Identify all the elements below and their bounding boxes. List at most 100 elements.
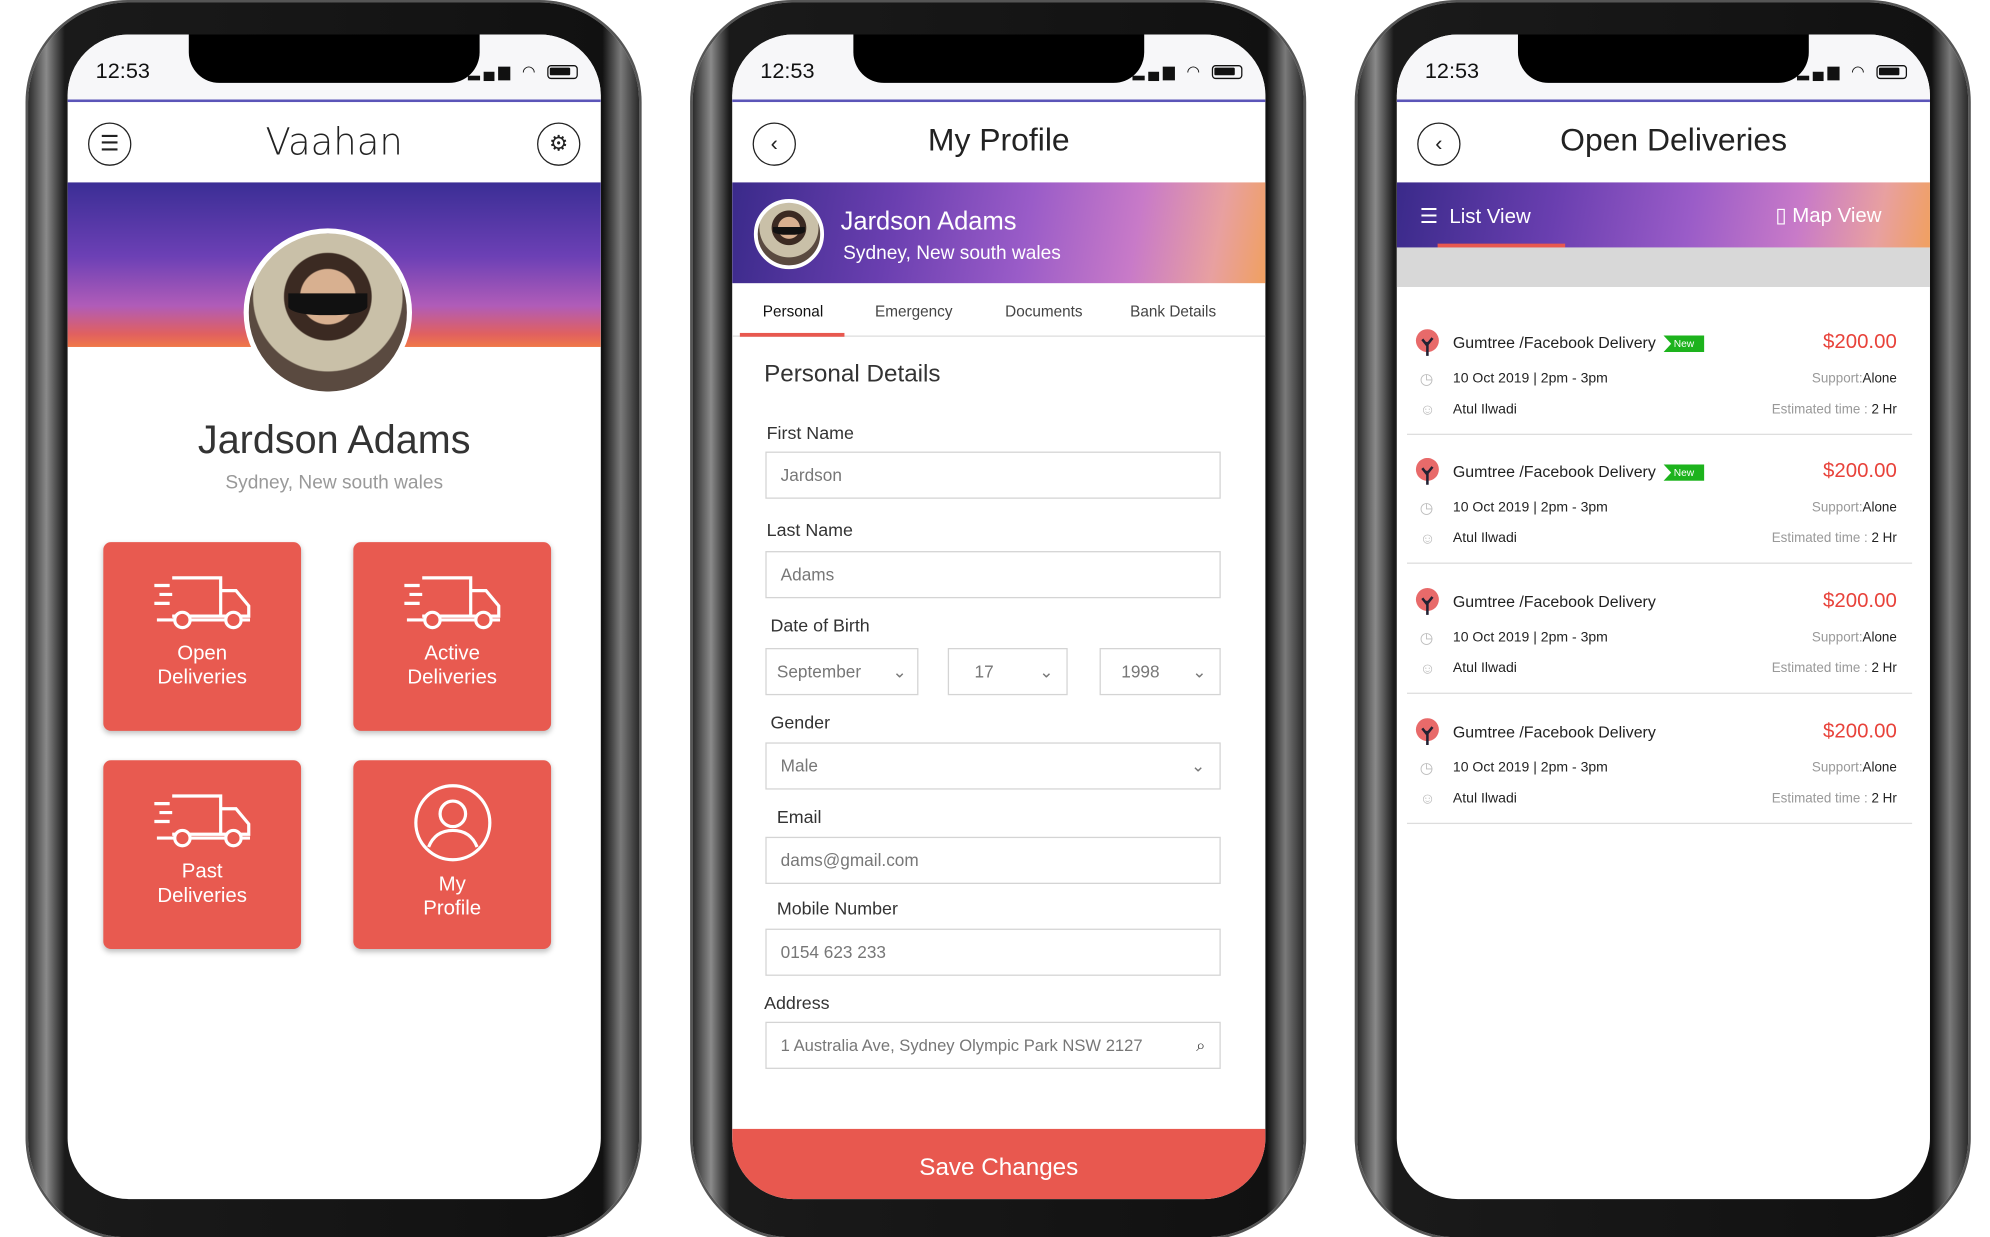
status-icons: ▂▄▆ ◠ bbox=[468, 63, 578, 80]
truck-icon bbox=[353, 573, 551, 632]
gender-label: Gender bbox=[770, 711, 831, 733]
delivery-person: Atul Ilwadi bbox=[1452, 790, 1517, 807]
last-name-input[interactable]: Adams bbox=[765, 551, 1221, 599]
map-view-tab[interactable]: ▯ Map View bbox=[1775, 203, 1881, 229]
delivery-item[interactable]: Gumtree /Facebook Delivery New $200.00 ◷ 1… bbox=[1415, 457, 1912, 578]
address-input[interactable]: 1 Australia Ave, Sydney Olympic Park NSW… bbox=[765, 1021, 1221, 1069]
active-tab-indicator bbox=[739, 332, 845, 337]
chevron-down-icon: ⌄ bbox=[1039, 661, 1054, 681]
search-icon[interactable]: ⌕ bbox=[1196, 1035, 1205, 1055]
view-toggle-bar: ☰ List View ▯ Map View bbox=[1396, 182, 1930, 248]
mobile-input[interactable]: 0154 623 233 bbox=[765, 928, 1221, 976]
chevron-down-icon: ⌄ bbox=[1191, 755, 1206, 775]
list-icon: ☰ bbox=[1419, 206, 1439, 229]
estimated-time: Estimated time : 2 Hr bbox=[1771, 530, 1897, 546]
dob-month-select[interactable]: September ⌄ bbox=[765, 648, 919, 696]
delivery-title: Gumtree /Facebook Delivery bbox=[1452, 723, 1656, 742]
last-name-label: Last Name bbox=[766, 519, 853, 540]
smiley-icon: ☺ bbox=[1419, 529, 1436, 548]
save-changes-button[interactable]: Save Changes bbox=[732, 1128, 1266, 1200]
tab-documents[interactable]: Documents bbox=[1005, 302, 1082, 320]
notch bbox=[853, 34, 1145, 83]
email-label: Email bbox=[776, 806, 822, 827]
mobile-value: 0154 623 233 bbox=[780, 942, 887, 962]
email-value: dams@gmail.com bbox=[780, 850, 919, 870]
page-title: My Profile bbox=[927, 122, 1070, 159]
delivery-item[interactable]: Gumtree /Facebook Delivery $200.00 ◷ 10 O… bbox=[1415, 588, 1912, 708]
delivery-person: Atul Ilwadi bbox=[1452, 530, 1517, 546]
first-name-value: Jardson bbox=[780, 465, 842, 485]
clock-icon: ◷ bbox=[1419, 628, 1434, 647]
estimated-time: Estimated time : 2 Hr bbox=[1771, 401, 1897, 418]
tab-emergency[interactable]: Emergency bbox=[875, 302, 952, 320]
delivery-price: $200.00 bbox=[1823, 720, 1897, 743]
battery-icon bbox=[1876, 65, 1908, 80]
first-name-input[interactable]: Jardson bbox=[765, 451, 1221, 499]
truck-icon bbox=[103, 791, 301, 850]
gender-select[interactable]: Male ⌄ bbox=[765, 742, 1221, 790]
header: ☰ Vaahan ⚙ bbox=[68, 105, 601, 183]
gender-value: Male bbox=[780, 756, 818, 776]
dob-day-select[interactable]: 17 ⌄ bbox=[947, 648, 1068, 696]
tile-open-deliveries[interactable]: Open Deliveries bbox=[103, 542, 302, 731]
status-time: 12:53 bbox=[760, 58, 815, 83]
tile-active-deliveries[interactable]: Active Deliveries bbox=[353, 542, 552, 731]
dob-day-value: 17 bbox=[974, 662, 994, 682]
delivery-item[interactable]: Gumtree /Facebook Delivery $200.00 ◷ 10 O… bbox=[1415, 718, 1912, 838]
delivery-item[interactable]: Gumtree /Facebook Delivery New $200.00 ◷ 1… bbox=[1415, 329, 1912, 449]
delivery-title: Gumtree /Facebook Delivery bbox=[1452, 593, 1656, 612]
phone-profile: 12:53 ▂▄▆ ◠ ‹ My Profile Jardson Adams Sy… bbox=[692, 2, 1304, 1237]
status-time: 12:53 bbox=[95, 58, 150, 83]
tile-past-deliveries[interactable]: Past Deliveries bbox=[103, 760, 302, 950]
status-icons: ▂▄▆ ◠ bbox=[1133, 63, 1243, 80]
tile-label: Open Deliveries bbox=[157, 642, 247, 689]
chevron-down-icon: ⌄ bbox=[1192, 661, 1207, 681]
user-location: Sydney, New south wales bbox=[225, 471, 444, 494]
delivery-title: Gumtree /Facebook Delivery bbox=[1452, 463, 1656, 481]
avatar bbox=[243, 228, 413, 397]
tile-label: Active Deliveries bbox=[407, 642, 498, 689]
avatar bbox=[753, 198, 825, 270]
delivery-person: Atul Ilwadi bbox=[1452, 660, 1517, 677]
delivery-title: Gumtree /Facebook Delivery bbox=[1452, 334, 1656, 353]
estimated-time: Estimated time : 2 Hr bbox=[1771, 660, 1897, 677]
map-icon: ▯ bbox=[1775, 205, 1787, 228]
estimated-time: Estimated time : 2 Hr bbox=[1771, 790, 1897, 807]
settings-button[interactable]: ⚙ bbox=[537, 122, 581, 166]
profile-tabs: Personal Emergency Documents Bank Detail… bbox=[732, 283, 1266, 337]
divider bbox=[1406, 433, 1913, 435]
address-label: Address bbox=[764, 992, 830, 1013]
home-screen: 12:53 ▂▄▆ ◠ ☰ Vaahan ⚙ Jardson Adams Sydn… bbox=[67, 34, 601, 1200]
dob-year-select[interactable]: 1998 ⌄ bbox=[1099, 648, 1221, 696]
tab-bank-details[interactable]: Bank Details bbox=[1130, 302, 1216, 320]
new-badge: New bbox=[1663, 464, 1705, 481]
battery-icon bbox=[547, 65, 578, 80]
smiley-icon: ☺ bbox=[1419, 659, 1436, 678]
profile-banner: Jardson Adams Sydney, New south wales bbox=[732, 182, 1266, 284]
gear-icon: ⚙ bbox=[548, 131, 569, 156]
header: ‹ Open Deliveries bbox=[1397, 105, 1930, 183]
tree-logo-icon bbox=[1415, 329, 1439, 356]
tree-logo-icon bbox=[1415, 718, 1439, 745]
tile-my-profile[interactable]: My Profile bbox=[353, 760, 552, 950]
email-input[interactable]: dams@gmail.com bbox=[765, 836, 1221, 884]
delivery-price: $200.00 bbox=[1823, 331, 1897, 354]
delivery-person: Atul Ilwadi bbox=[1452, 401, 1517, 418]
smiley-icon: ☺ bbox=[1419, 789, 1436, 808]
clock-icon: ◷ bbox=[1419, 498, 1434, 517]
delivery-date: 10 Oct 2019 | 2pm - 3pm bbox=[1452, 500, 1608, 516]
truck-icon bbox=[103, 573, 301, 632]
status-time: 12:53 bbox=[1424, 58, 1480, 83]
divider bbox=[1406, 562, 1913, 564]
smiley-icon: ☺ bbox=[1419, 400, 1436, 419]
tab-personal[interactable]: Personal bbox=[763, 302, 823, 320]
first-name-label: First Name bbox=[766, 422, 854, 443]
battery-icon bbox=[1211, 65, 1243, 80]
support-info: Support:Alone bbox=[1811, 371, 1897, 387]
page-title: Open Deliveries bbox=[1560, 122, 1788, 159]
chevron-down-icon: ⌄ bbox=[892, 661, 907, 681]
user-location: Sydney, New south wales bbox=[843, 242, 1061, 265]
notch bbox=[188, 34, 480, 83]
divider bbox=[1406, 692, 1913, 694]
list-view-tab[interactable]: ☰ List View bbox=[1420, 204, 1531, 230]
